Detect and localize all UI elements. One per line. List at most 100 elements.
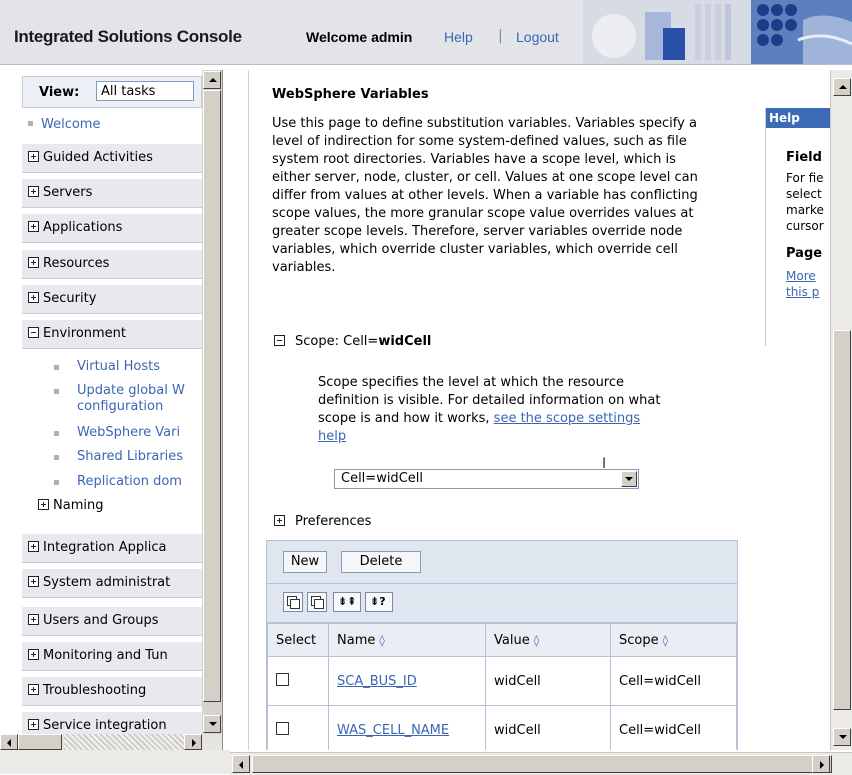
hide-filter-icon[interactable]: ⇟? [365,592,393,612]
nav-item-servers[interactable]: Servers [22,179,202,208]
view-label: View: [39,85,80,100]
nav-sub-update-global[interactable]: Update global Wconfiguration [54,383,185,415]
expand-icon[interactable] [28,221,39,232]
arrow-down-icon [209,722,217,726]
scope-select[interactable]: Cell=widCell [334,469,639,489]
expand-icon[interactable] [28,292,39,303]
console-banner: Integrated Solutions Console Welcome adm… [0,0,852,65]
nav-scroll-thumb[interactable] [203,90,221,702]
sort-icon[interactable]: ◊ [379,634,384,647]
sort-icon[interactable]: ◊ [663,634,668,647]
scroll-right-button[interactable] [812,755,830,773]
nav-sub-replication-domains[interactable]: Replication dom [54,474,182,490]
nav-hscroll-thumb[interactable] [18,734,62,750]
nav-hscroll-track[interactable] [64,734,184,750]
help-page-link[interactable]: More this p [786,268,819,300]
nav-item-users-and-groups[interactable]: Users and Groups [22,607,202,636]
arrow-up-icon [839,85,847,89]
header-value[interactable]: Value ◊ [485,623,611,657]
new-button[interactable]: New [283,551,327,573]
navigation-panel: View: All tasks Welcome Guided Activitie… [0,70,223,750]
bullet-icon [54,431,59,436]
scroll-left-button[interactable] [232,755,250,773]
expand-icon[interactable] [28,719,39,730]
expand-icon[interactable] [28,684,39,695]
expand-icon[interactable] [28,151,39,162]
variable-value: widCell [485,705,611,750]
app-title: Integrated Solutions Console [14,27,242,46]
nav-vertical-scrollbar[interactable] [202,70,222,734]
expand-icon[interactable] [28,541,39,552]
page-description: Use this page to define substitution var… [272,116,698,275]
expand-icon[interactable] [28,649,39,660]
scroll-up-button[interactable] [203,71,221,89]
scroll-down-button[interactable] [833,728,851,746]
sort-icon[interactable]: ◊ [534,634,539,647]
collapse-icon[interactable] [28,327,39,338]
preferences-toggle[interactable]: Preferences [274,514,371,529]
expand-icon[interactable] [28,186,39,197]
nav-item-security[interactable]: Security [22,285,202,314]
arrow-right-icon [820,761,824,769]
help-link[interactable]: Help [444,29,473,45]
nav-item-integration-applications[interactable]: Integration Applica [22,534,202,563]
nav-horizontal-scrollbar[interactable] [0,734,222,750]
variable-value: widCell [485,656,611,706]
scroll-left-button[interactable] [0,734,18,750]
help-portlet-title: Help [766,108,830,128]
show-filter-icon[interactable]: ⇟⇞ [333,592,361,612]
view-select[interactable]: All tasks [96,81,194,101]
nav-item-troubleshooting[interactable]: Troubleshooting [22,677,202,706]
expand-icon[interactable] [28,576,39,587]
header-scope[interactable]: Scope ◊ [610,623,737,657]
scroll-up-button[interactable] [833,78,851,96]
nav-item-environment[interactable]: Environment [22,320,202,349]
expand-icon[interactable] [28,614,39,625]
collapse-icon[interactable] [274,335,285,346]
nav-item-system-administration[interactable]: System administrat [22,569,202,598]
text-cursor-icon: I [602,456,607,472]
variable-name-link[interactable]: WAS_CELL_NAME [337,723,449,738]
logout-link[interactable]: Logout [516,29,559,45]
table-button-bar: New Delete [267,541,737,584]
expand-icon[interactable] [38,499,49,510]
nav-sub-virtual-hosts[interactable]: Virtual Hosts [54,359,160,375]
select-all-icon[interactable] [283,592,303,612]
scroll-right-button[interactable] [184,734,202,750]
variables-table-panel: New Delete ⇟⇞ ⇟? Select Name ◊ Value ◊ Sco… [266,540,738,750]
help-field-text: For fie select marke cursor [786,171,824,233]
deselect-all-icon[interactable] [307,592,327,612]
variable-name-link[interactable]: SCA_BUS_ID [337,674,417,689]
main-hscroll-thumb[interactable] [252,755,832,773]
delete-button[interactable]: Delete [341,551,421,573]
chevron-down-icon [625,477,633,481]
nav-sub-naming[interactable]: Naming [38,498,103,514]
expand-icon[interactable] [28,257,39,268]
main-scroll-thumb[interactable] [833,330,851,710]
nav-item-applications[interactable]: Applications [22,214,202,243]
nav-welcome-link[interactable]: Welcome [28,117,100,132]
row-checkbox[interactable] [276,721,289,735]
welcome-text: Welcome admin [306,29,413,45]
nav-item-monitoring-and-tuning[interactable]: Monitoring and Tun [22,642,202,671]
page-title: WebSphere Variables [272,87,429,102]
table-header-row: Select Name ◊ Value ◊ Scope ◊ [267,623,737,657]
main-vertical-scrollbar[interactable] [830,70,852,750]
variable-scope: Cell=widCell [610,705,737,750]
scope-section-toggle[interactable]: Scope: Cell=widCell [274,334,431,349]
dropdown-arrow-icon[interactable] [621,471,637,487]
nav-item-resources[interactable]: Resources [22,250,202,279]
bullet-icon [54,365,59,370]
table-icon-toolbar: ⇟⇞ ⇟? [267,584,737,623]
view-filter: View: All tasks [22,76,202,108]
header-name[interactable]: Name ◊ [328,623,486,657]
nav-sub-shared-libraries[interactable]: Shared Libraries [54,449,183,465]
row-checkbox[interactable] [276,672,289,686]
arrow-right-icon [192,739,196,747]
main-horizontal-scrollbar[interactable] [230,752,852,775]
scroll-down-button[interactable] [203,715,221,733]
nav-item-guided-activities[interactable]: Guided Activities [22,144,202,173]
nav-sub-websphere-variables[interactable]: WebSphere Vari [54,425,180,441]
expand-icon[interactable] [274,515,285,526]
variables-table: Select Name ◊ Value ◊ Scope ◊ SCA_BUS_ID wi… [267,623,737,750]
